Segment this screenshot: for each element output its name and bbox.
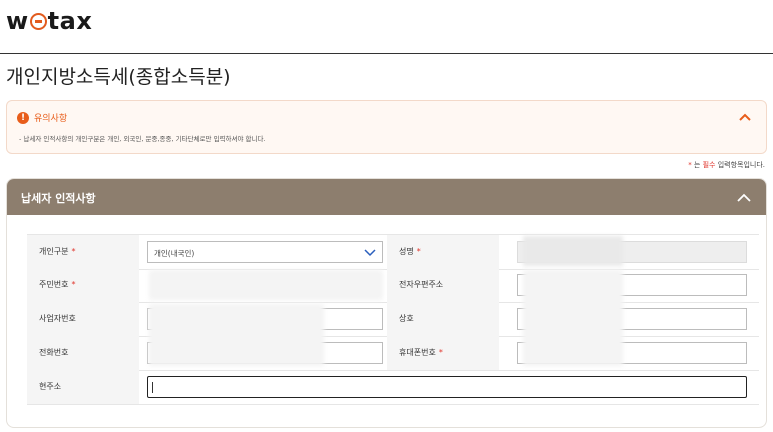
address-field[interactable] [147, 376, 747, 398]
redacted-area [523, 270, 623, 366]
label-resident-number: 주민번호 * [27, 268, 139, 302]
notice-body: - 납세자 인적사항의 개인구분은 개인, 외국인, 문중,종중, 기타단체로만… [19, 135, 266, 143]
wetax-logo[interactable]: w tax [6, 7, 92, 35]
label-name: 성명 * [387, 235, 499, 269]
alert-circle-icon: ! [17, 112, 29, 124]
chevron-up-icon[interactable] [736, 190, 752, 206]
label-mobile: 휴대폰번호 * [387, 336, 499, 370]
logo-tax: tax [47, 7, 93, 35]
label-phone: 전화번호 [27, 336, 139, 370]
label-business-number: 사업자번호 [27, 302, 139, 336]
panel-title: 납세자 인적사항 [21, 192, 96, 205]
redacted-area [523, 236, 623, 266]
form-row: 현주소 [27, 370, 759, 405]
label-company-name: 상호 [387, 302, 499, 336]
panel-header[interactable]: 납세자 인적사항 [7, 179, 766, 215]
logo-e-icon [29, 13, 47, 30]
redacted-area [149, 270, 383, 300]
taxpayer-panel: 납세자 인적사항 개인구분 * 개인(내국인) 성명 * 주민번호 * 전자우편주소 … [6, 178, 767, 428]
required-text-a: 는 [691, 161, 703, 169]
label-individual-type: 개인구분 * [27, 235, 139, 269]
page-title: 개인지방소득세(종합소득분) [6, 66, 231, 88]
redacted-area [149, 304, 324, 366]
form-row: 주민번호 * 전자우편주소 [27, 268, 759, 303]
chevron-down-icon [364, 249, 376, 257]
required-emphasis: 필수 [702, 161, 716, 169]
chevron-up-icon[interactable] [738, 110, 752, 124]
header-divider [0, 53, 773, 54]
notice-box: ! 유의사항 - 납세자 인적사항의 개인구분은 개인, 외국인, 문중,종중,… [6, 100, 767, 154]
notice-title: 유의사항 [34, 114, 68, 124]
logo-w: w [6, 7, 29, 35]
form-row: 사업자번호 상호 [27, 302, 759, 337]
required-text-b: 입력항목입니다. [715, 161, 765, 169]
form-row: 개인구분 * 개인(내국인) 성명 * [27, 234, 759, 270]
individual-type-select[interactable]: 개인(내국인) [147, 241, 383, 263]
label-address: 현주소 [27, 370, 139, 404]
individual-type-value: 개인(내국인) [154, 249, 195, 258]
text-caret [152, 382, 153, 393]
required-note: * 는 필수 입력항목입니다. [688, 160, 765, 170]
label-email: 전자우편주소 [387, 268, 499, 302]
form-row: 전화번호 휴대폰번호 * [27, 336, 759, 371]
